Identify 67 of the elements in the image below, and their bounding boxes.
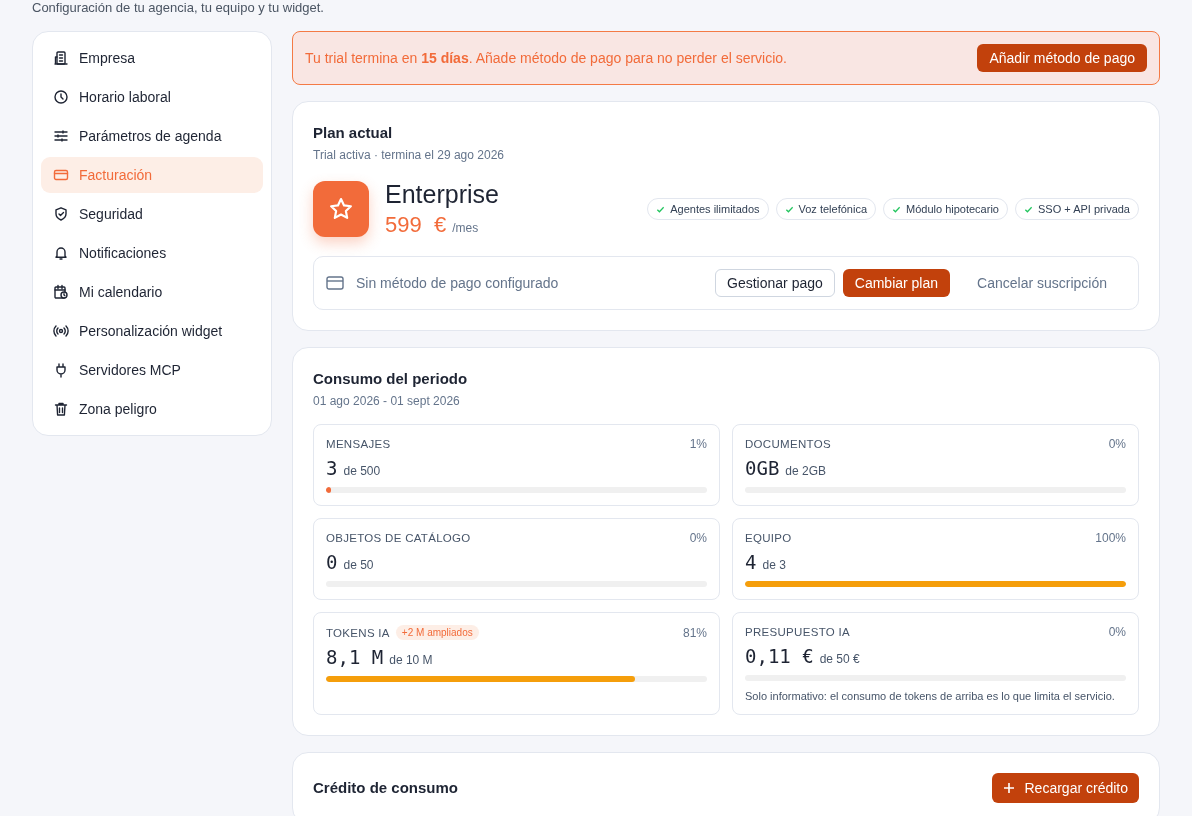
card-title: Plan actual (313, 123, 394, 143)
extension-badge: +2 M ampliados (395, 625, 479, 640)
meter-label: MENSAJES (326, 438, 391, 450)
meter-limit: de 3 (762, 558, 786, 572)
sidebar-item[interactable]: Personalización widget (41, 313, 263, 349)
bell-icon (53, 245, 69, 261)
meter-value: 0 (326, 551, 338, 573)
page-subtitle: Configuración de tu agencia, tu equipo y tu widget. (32, 0, 325, 16)
meter-value: 0GB (745, 457, 780, 479)
calendar-icon (53, 284, 69, 300)
shield-icon (53, 206, 69, 222)
meter-percent: 1% (689, 437, 707, 451)
sidebar-item[interactable]: Empresa (41, 40, 263, 76)
plus-icon (1002, 782, 1015, 794)
building-icon (53, 50, 69, 66)
sidebar-item[interactable]: Notificaciones (41, 235, 263, 271)
plan-name: Enterprise (385, 180, 499, 208)
meter-label: OBJETOS DE CATÁLOGO (326, 532, 471, 544)
meter-label: EQUIPO (745, 532, 792, 544)
sidebar-item[interactable]: Servidores MCP (41, 352, 263, 388)
meter-limit: de 50 (343, 558, 374, 572)
meter-value: 4 (745, 551, 757, 573)
meter-limit: de 2GB (785, 464, 827, 478)
card-icon (53, 167, 69, 183)
meter-value: 3 (326, 457, 338, 479)
payment-status: Sin método de pago configurado (356, 275, 560, 291)
card-title: Consumo del periodo (313, 369, 469, 389)
check-icon (892, 204, 901, 214)
usage-period: 01 ago 2026 - 01 sept 2026 (313, 394, 461, 408)
meter-note: Solo informativo: el consumo de tokens de arriba es lo que limita el servicio. (745, 690, 1116, 702)
meter-percent: 81% (682, 625, 707, 640)
radio-icon (53, 323, 69, 339)
meter-label: DOCUMENTOS (745, 438, 831, 450)
meter-limit: de 500 (343, 464, 381, 478)
top-up-button[interactable]: Recargar crédito (991, 773, 1139, 803)
cancel-subscription-button[interactable]: Cancelar suscripción (958, 269, 1126, 297)
card-title: Crédito de consumo (313, 778, 458, 798)
sidebar-item[interactable]: Mi calendario (41, 274, 263, 310)
meter-percent: 0% (1108, 625, 1126, 639)
sliders-icon (53, 128, 69, 144)
change-plan-button[interactable]: Cambiar plan (842, 269, 951, 297)
check-icon (1023, 204, 1033, 214)
sidebar-item[interactable]: Seguridad (41, 196, 263, 232)
meter-value: 0,11 € (745, 645, 814, 667)
meter-value: 8,1 M (326, 646, 384, 668)
add-payment-button[interactable]: Añadir método de pago (977, 44, 1147, 72)
price-period: /mes (452, 221, 479, 235)
clock-icon (53, 89, 69, 105)
meter-percent: 100% (1095, 531, 1126, 545)
trial-message: Tu trial termina en 15 días. Añade método de pago para no perder el servicio. (305, 50, 787, 66)
manage-payment-button[interactable]: Gestionar pago (715, 269, 835, 297)
meter-label: TOKENS IA (326, 626, 390, 639)
sidebar-item[interactable]: Horario laboral (41, 79, 263, 115)
credit-card-icon (326, 276, 344, 290)
plan-status: Trial activa · termina el 29 ago 2026 (313, 148, 505, 162)
sidebar-item[interactable]: Parámetros de agenda (41, 118, 263, 154)
check-icon (656, 204, 666, 214)
meter-percent: 0% (689, 531, 707, 545)
plug-icon (53, 362, 69, 378)
meter-limit: de 10 M (389, 653, 433, 667)
trash-icon (53, 401, 69, 417)
meter-percent: 0% (1108, 437, 1126, 451)
check-icon (784, 204, 794, 214)
sidebar-item[interactable]: Zona peligro (41, 391, 263, 427)
meter-limit: de 50 € (819, 652, 860, 666)
plan-price: 599 € (385, 212, 447, 238)
meter-label: PRESUPUESTO IA (745, 626, 850, 638)
